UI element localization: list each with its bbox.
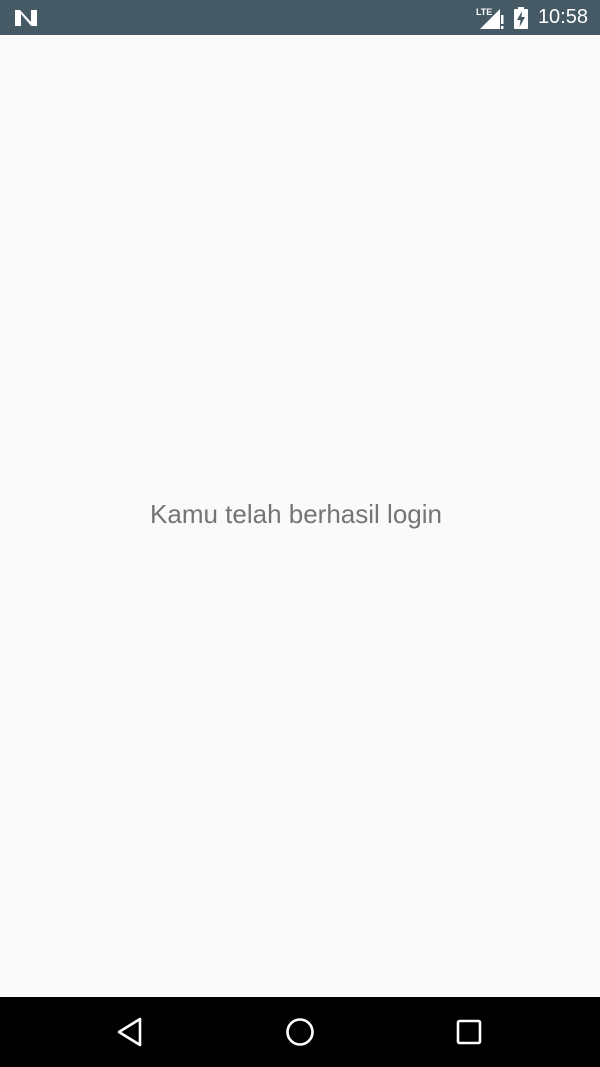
login-success-message: Kamu telah berhasil login: [150, 499, 442, 529]
status-time: 10:58: [537, 6, 588, 28]
navigation-bar: [0, 997, 600, 1067]
recents-icon: [456, 1019, 482, 1045]
battery-charging-icon: [513, 6, 528, 29]
main-content: Kamu telah berhasil login: [0, 35, 600, 997]
back-button[interactable]: [113, 1014, 149, 1050]
home-button[interactable]: [282, 1014, 318, 1050]
status-bar: LTE 10:58: [0, 0, 600, 35]
home-icon: [286, 1018, 314, 1046]
status-icons: LTE 10:58: [476, 0, 588, 35]
screen: LTE 10:58 Kamu telah berhasil login: [0, 0, 600, 1067]
lte-signal-icon: LTE: [476, 6, 504, 30]
recents-button[interactable]: [451, 1014, 487, 1050]
n-notification-icon: [14, 7, 38, 29]
back-icon: [117, 1017, 142, 1047]
